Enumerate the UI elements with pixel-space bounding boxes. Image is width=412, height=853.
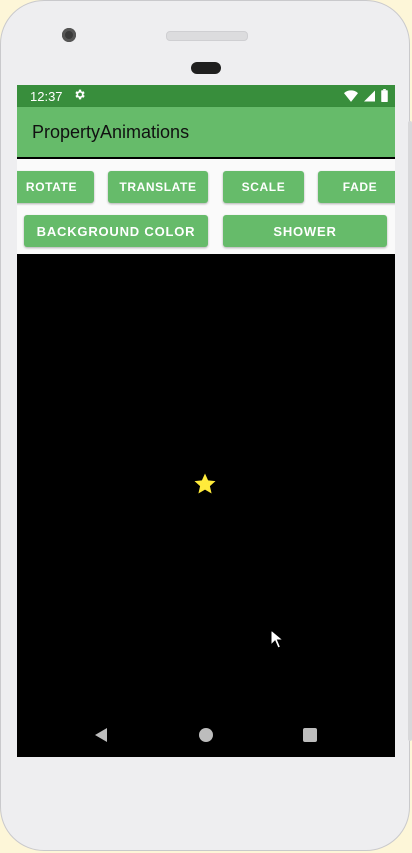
status-icons: [344, 89, 388, 102]
navigation-bar: [17, 715, 395, 757]
wifi-icon: [344, 89, 358, 102]
status-bar: 12:37: [17, 85, 395, 107]
battery-icon: [381, 89, 388, 102]
app-bar: PropertyAnimations: [17, 107, 395, 157]
back-icon[interactable]: [93, 727, 109, 743]
app-title: PropertyAnimations: [32, 122, 190, 142]
signal-icon: [364, 90, 375, 101]
shower-button[interactable]: SHOWER: [223, 215, 387, 247]
animation-canvas[interactable]: [17, 254, 395, 757]
status-time: 12:37: [30, 89, 63, 104]
proximity-sensor: [191, 62, 221, 74]
mouse-cursor-icon: [270, 629, 284, 649]
front-camera: [62, 28, 76, 42]
scale-button[interactable]: SCALE: [223, 171, 304, 203]
side-button: [408, 121, 412, 741]
gear-icon: [75, 89, 85, 100]
background-color-button[interactable]: BACKGROUND COLOR: [24, 215, 208, 247]
home-icon[interactable]: [199, 728, 213, 742]
recents-icon[interactable]: [303, 728, 317, 742]
earpiece-speaker: [166, 31, 248, 41]
translate-button[interactable]: TRANSLATE: [108, 171, 208, 203]
device-frame: 12:37 PropertyAnimations ROTATE TRANSLAT…: [0, 0, 412, 851]
button-panel: ROTATE TRANSLATE SCALE FADE BACKGROUND C…: [17, 159, 395, 254]
star-icon[interactable]: [193, 472, 217, 496]
phone-screen: 12:37 PropertyAnimations ROTATE TRANSLAT…: [17, 85, 395, 757]
fade-button[interactable]: FADE: [318, 171, 395, 203]
rotate-button[interactable]: ROTATE: [17, 171, 94, 203]
